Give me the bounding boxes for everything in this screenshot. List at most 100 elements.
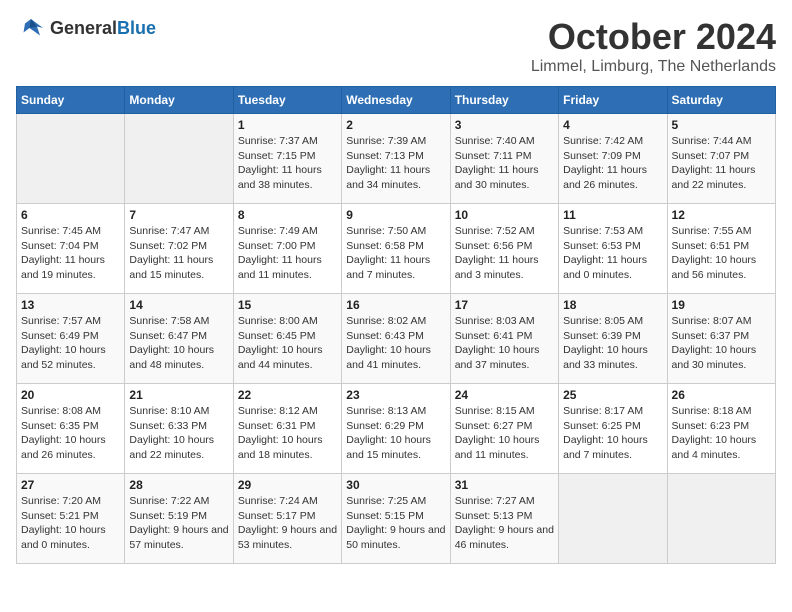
calendar-cell: 6Sunrise: 7:45 AMSunset: 7:04 PMDaylight… [17,204,125,294]
day-detail: Sunrise: 8:07 AMSunset: 6:37 PMDaylight:… [672,314,771,373]
day-detail: Sunrise: 7:44 AMSunset: 7:07 PMDaylight:… [672,134,771,193]
calendar-cell: 2Sunrise: 7:39 AMSunset: 7:13 PMDaylight… [342,114,450,204]
day-number: 11 [563,208,662,222]
day-detail: Sunrise: 7:50 AMSunset: 6:58 PMDaylight:… [346,224,445,283]
day-number: 7 [129,208,228,222]
location-text: Limmel, Limburg, The Netherlands [531,58,776,76]
calendar-week-1: 1Sunrise: 7:37 AMSunset: 7:15 PMDaylight… [17,114,776,204]
day-detail: Sunrise: 7:22 AMSunset: 5:19 PMDaylight:… [129,494,228,553]
calendar-cell: 17 Sunrise: 8:03 AMSunset: 6:41 PMDayligh… [450,294,558,384]
month-title: October 2024 [531,16,776,58]
calendar-cell: 8Sunrise: 7:49 AMSunset: 7:00 PMDaylight… [233,204,341,294]
day-number: 20 [21,388,120,402]
day-number: 17 [455,298,554,312]
day-number: 25 [563,388,662,402]
calendar-cell: 23 Sunrise: 8:13 AMSunset: 6:29 PMDayligh… [342,384,450,474]
calendar-cell: 31 Sunrise: 7:27 AMSunset: 5:13 PMDayligh… [450,474,558,564]
calendar-cell: 28Sunrise: 7:22 AMSunset: 5:19 PMDayligh… [125,474,233,564]
calendar-cell: 25 Sunrise: 8:17 AMSunset: 6:25 PMDayligh… [559,384,667,474]
day-number: 22 [238,388,337,402]
day-number: 29 [238,478,337,492]
calendar-cell: 30 Sunrise: 7:25 AMSunset: 5:15 PMDayligh… [342,474,450,564]
calendar-week-2: 6Sunrise: 7:45 AMSunset: 7:04 PMDaylight… [17,204,776,294]
calendar-cell: 1Sunrise: 7:37 AMSunset: 7:15 PMDaylight… [233,114,341,204]
day-number: 10 [455,208,554,222]
day-number: 15 [238,298,337,312]
day-detail: Sunrise: 7:57 AMSunset: 6:49 PMDaylight:… [21,314,120,373]
day-detail: Sunrise: 7:53 AMSunset: 6:53 PMDaylight:… [563,224,662,283]
calendar-body: 1Sunrise: 7:37 AMSunset: 7:15 PMDaylight… [17,114,776,564]
calendar-cell: 4 Sunrise: 7:42 AMSunset: 7:09 PMDaylight… [559,114,667,204]
logo-icon [16,16,46,40]
logo: GeneralBlue [16,16,156,40]
day-detail: Sunrise: 8:15 AMSunset: 6:27 PMDaylight:… [455,404,554,463]
calendar-cell: 9Sunrise: 7:50 AMSunset: 6:58 PMDaylight… [342,204,450,294]
day-detail: Sunrise: 8:17 AMSunset: 6:25 PMDaylight:… [563,404,662,463]
day-detail: Sunrise: 8:12 AMSunset: 6:31 PMDaylight:… [238,404,337,463]
title-block: October 2024 Limmel, Limburg, The Nether… [531,16,776,76]
day-detail: Sunrise: 8:03 AMSunset: 6:41 PMDaylight:… [455,314,554,373]
day-detail: Sunrise: 7:20 AMSunset: 5:21 PMDaylight:… [21,494,120,553]
calendar-cell: 14Sunrise: 7:58 AMSunset: 6:47 PMDayligh… [125,294,233,384]
day-number: 30 [346,478,445,492]
calendar-cell: 16Sunrise: 8:02 AMSunset: 6:43 PMDayligh… [342,294,450,384]
day-number: 31 [455,478,554,492]
calendar-cell: 18 Sunrise: 8:05 AMSunset: 6:39 PMDayligh… [559,294,667,384]
day-detail: Sunrise: 7:27 AMSunset: 5:13 PMDaylight:… [455,494,554,553]
day-number: 16 [346,298,445,312]
day-number: 1 [238,118,337,132]
calendar-cell: 20 Sunrise: 8:08 AMSunset: 6:35 PMDayligh… [17,384,125,474]
day-number: 23 [346,388,445,402]
calendar-week-3: 13 Sunrise: 7:57 AMSunset: 6:49 PMDayligh… [17,294,776,384]
day-header-sunday: Sunday [17,87,125,114]
day-header-wednesday: Wednesday [342,87,450,114]
calendar-cell: 22 Sunrise: 8:12 AMSunset: 6:31 PMDayligh… [233,384,341,474]
calendar-cell: 7 Sunrise: 7:47 AMSunset: 7:02 PMDaylight… [125,204,233,294]
day-header-monday: Monday [125,87,233,114]
day-header-tuesday: Tuesday [233,87,341,114]
day-number: 4 [563,118,662,132]
day-detail: Sunrise: 7:45 AMSunset: 7:04 PMDaylight:… [21,224,120,283]
calendar-cell [17,114,125,204]
calendar-week-4: 20 Sunrise: 8:08 AMSunset: 6:35 PMDayligh… [17,384,776,474]
day-number: 8 [238,208,337,222]
day-detail: Sunrise: 8:13 AMSunset: 6:29 PMDaylight:… [346,404,445,463]
calendar-cell: 11 Sunrise: 7:53 AMSunset: 6:53 PMDayligh… [559,204,667,294]
day-detail: Sunrise: 8:00 AMSunset: 6:45 PMDaylight:… [238,314,337,373]
day-detail: Sunrise: 7:58 AMSunset: 6:47 PMDaylight:… [129,314,228,373]
day-number: 21 [129,388,228,402]
calendar-header: SundayMondayTuesdayWednesdayThursdayFrid… [17,87,776,114]
day-detail: Sunrise: 7:25 AMSunset: 5:15 PMDaylight:… [346,494,445,553]
calendar-table: SundayMondayTuesdayWednesdayThursdayFrid… [16,86,776,564]
calendar-cell: 5 Sunrise: 7:44 AMSunset: 7:07 PMDaylight… [667,114,775,204]
day-detail: Sunrise: 8:18 AMSunset: 6:23 PMDaylight:… [672,404,771,463]
day-number: 13 [21,298,120,312]
calendar-cell: 10 Sunrise: 7:52 AMSunset: 6:56 PMDayligh… [450,204,558,294]
day-detail: Sunrise: 8:10 AMSunset: 6:33 PMDaylight:… [129,404,228,463]
calendar-cell: 15 Sunrise: 8:00 AMSunset: 6:45 PMDayligh… [233,294,341,384]
day-detail: Sunrise: 8:08 AMSunset: 6:35 PMDaylight:… [21,404,120,463]
calendar-cell: 12 Sunrise: 7:55 AMSunset: 6:51 PMDayligh… [667,204,775,294]
calendar-cell [559,474,667,564]
day-number: 5 [672,118,771,132]
logo-general-text: General [50,18,117,38]
logo-blue-text: Blue [117,18,156,38]
day-number: 18 [563,298,662,312]
day-detail: Sunrise: 7:40 AMSunset: 7:11 PMDaylight:… [455,134,554,193]
day-number: 26 [672,388,771,402]
day-number: 12 [672,208,771,222]
day-detail: Sunrise: 7:55 AMSunset: 6:51 PMDaylight:… [672,224,771,283]
day-detail: Sunrise: 7:42 AMSunset: 7:09 PMDaylight:… [563,134,662,193]
calendar-cell: 13 Sunrise: 7:57 AMSunset: 6:49 PMDayligh… [17,294,125,384]
day-number: 24 [455,388,554,402]
calendar-week-5: 27Sunrise: 7:20 AMSunset: 5:21 PMDayligh… [17,474,776,564]
day-number: 19 [672,298,771,312]
calendar-cell: 19 Sunrise: 8:07 AMSunset: 6:37 PMDayligh… [667,294,775,384]
day-detail: Sunrise: 7:52 AMSunset: 6:56 PMDaylight:… [455,224,554,283]
day-detail: Sunrise: 7:39 AMSunset: 7:13 PMDaylight:… [346,134,445,193]
calendar-cell: 24 Sunrise: 8:15 AMSunset: 6:27 PMDayligh… [450,384,558,474]
day-detail: Sunrise: 8:05 AMSunset: 6:39 PMDaylight:… [563,314,662,373]
day-detail: Sunrise: 7:47 AMSunset: 7:02 PMDaylight:… [129,224,228,283]
calendar-cell: 26 Sunrise: 8:18 AMSunset: 6:23 PMDayligh… [667,384,775,474]
day-header-thursday: Thursday [450,87,558,114]
